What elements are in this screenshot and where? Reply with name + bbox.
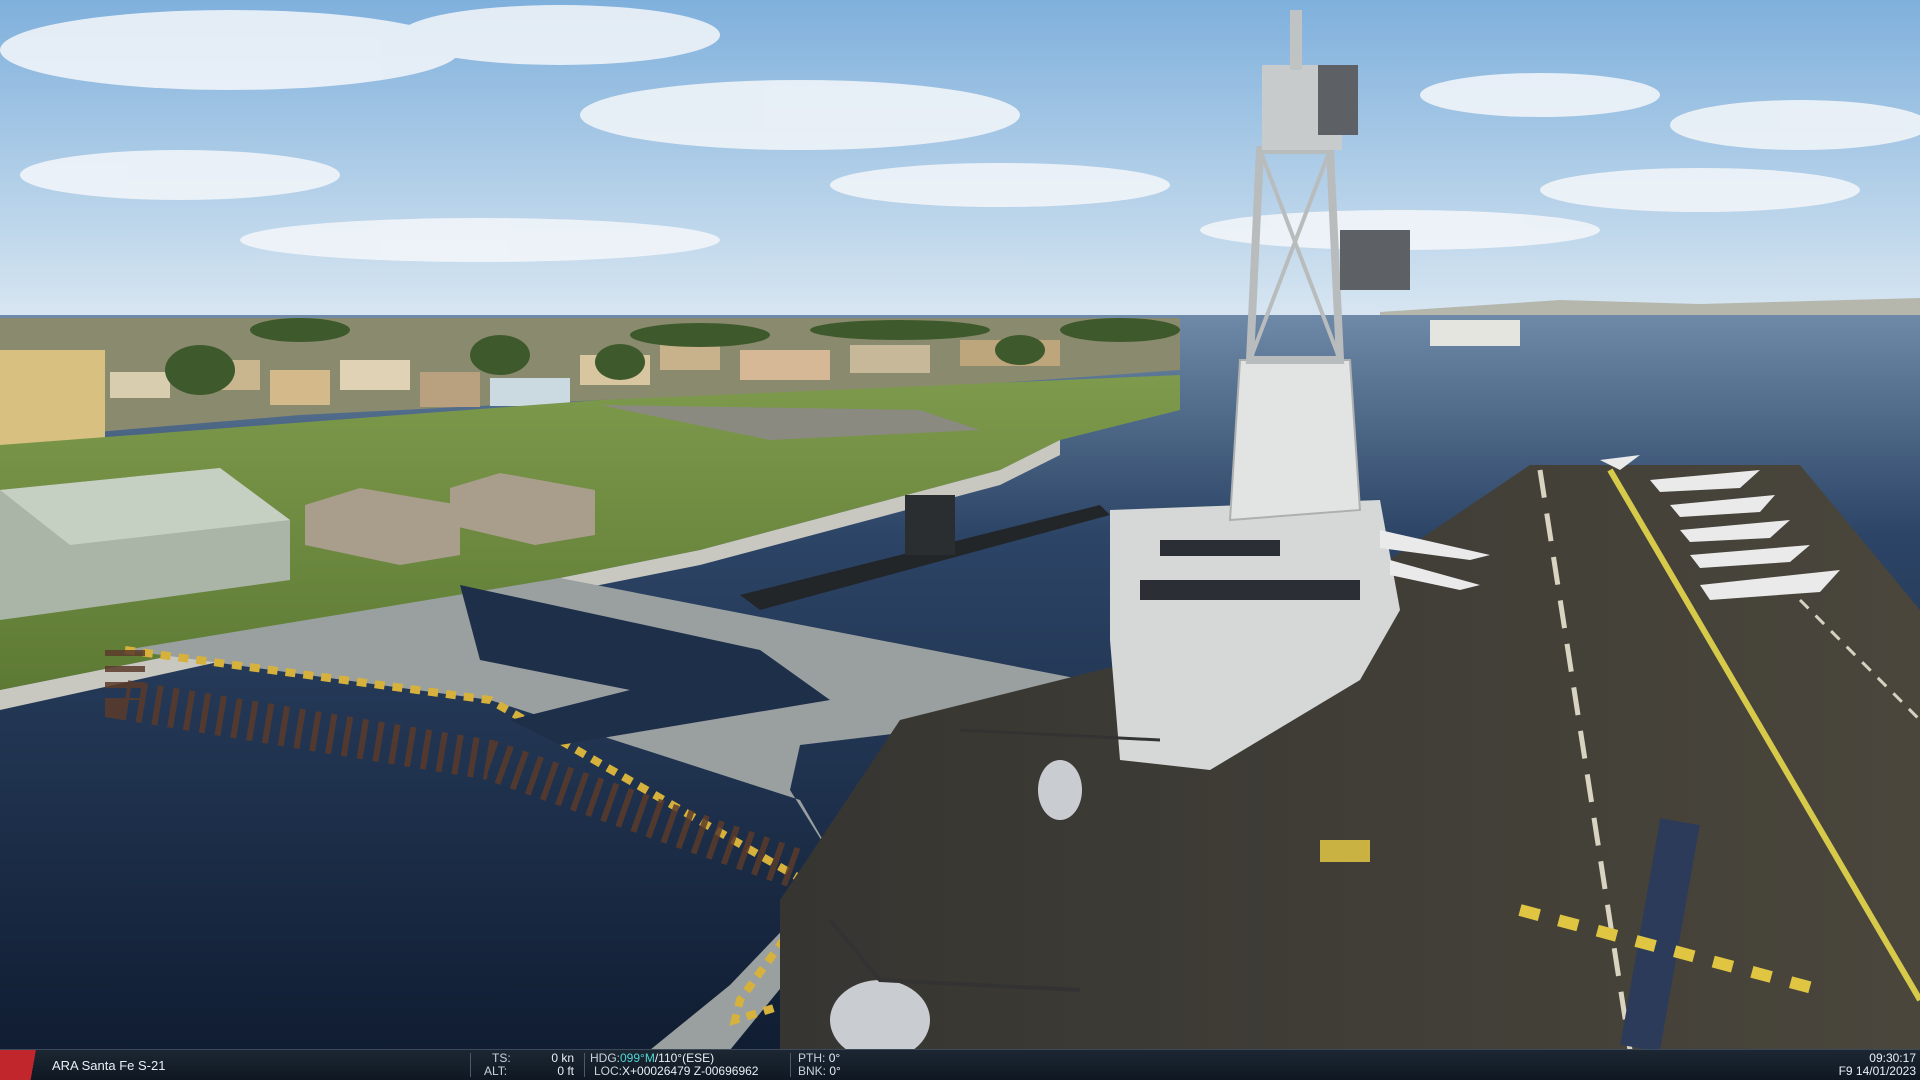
status-bar: ARA Santa Fe S-21 TS: 0 kn ALT: 0 ft HDG…: [0, 1049, 1920, 1080]
pth-label: PTH:: [798, 1051, 826, 1065]
game-viewport[interactable]: [0, 0, 1920, 1080]
unit-flag-icon: [0, 1050, 46, 1080]
loc-value: X+00026479 Z-00696962: [622, 1064, 759, 1078]
bnk-label: BNK:: [798, 1064, 827, 1078]
divider: [790, 1053, 791, 1077]
bnk-value: 0°: [829, 1064, 841, 1078]
alt-value: 0 ft: [557, 1064, 574, 1078]
sim-date: F9 14/01/2023: [1838, 1064, 1916, 1078]
hdg-magnetic: 099°M: [620, 1051, 655, 1065]
alt-label: ALT:: [484, 1064, 508, 1078]
pth-value: 0°: [828, 1051, 841, 1065]
loc-label: LOC:: [594, 1064, 623, 1078]
unit-name: ARA Santa Fe S-21: [52, 1058, 166, 1073]
divider: [584, 1053, 585, 1077]
hdg-label: HDG:: [590, 1051, 620, 1065]
hdg-true: /110°(ESE): [654, 1051, 715, 1065]
divider: [470, 1053, 471, 1077]
